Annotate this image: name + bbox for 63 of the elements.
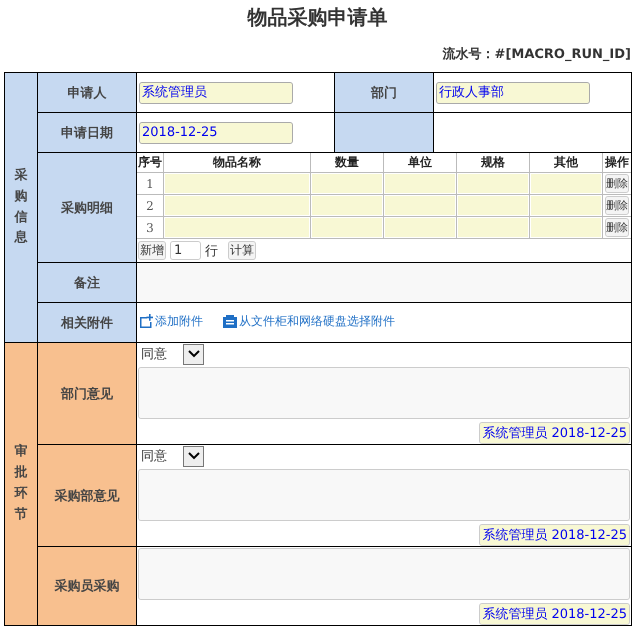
row-number: 2 xyxy=(137,194,164,216)
input-field[interactable]: 系统管理员 xyxy=(139,82,293,104)
unit-label: 行 xyxy=(205,242,218,260)
comment-field[interactable] xyxy=(138,367,630,419)
delete-button[interactable]: 删除 xyxy=(605,218,629,237)
decision-dropdown[interactable]: 同意 xyxy=(138,344,204,364)
table-input-field[interactable] xyxy=(385,218,455,237)
cabinet-icon xyxy=(223,314,237,328)
add-button[interactable]: 新增 xyxy=(138,241,166,260)
table-input-field[interactable] xyxy=(458,218,528,237)
table-input-field[interactable] xyxy=(531,218,601,237)
remarks-field[interactable] xyxy=(136,262,632,302)
field-label: 申请日期 xyxy=(38,112,136,152)
field-label: 申请人 xyxy=(38,72,136,112)
column-header: 单位 xyxy=(384,153,456,172)
delete-button[interactable]: 删除 xyxy=(605,196,629,215)
attachment-link[interactable]: 添加附件 xyxy=(155,312,203,330)
row-number: 1 xyxy=(137,172,164,194)
field-label: 相关附件 xyxy=(38,302,136,342)
row-number: 3 xyxy=(137,216,164,238)
delete-button[interactable]: 删除 xyxy=(605,174,629,193)
table-input-field[interactable] xyxy=(531,196,601,215)
column-header: 操作 xyxy=(602,153,631,172)
field-label: 采购部意见 xyxy=(38,444,136,546)
table-input-field[interactable] xyxy=(165,196,309,215)
section-title: 审批环节 xyxy=(14,442,28,524)
decision-dropdown[interactable]: 同意 xyxy=(138,446,204,466)
table-input-field[interactable] xyxy=(458,174,528,193)
input-field[interactable]: 行政人事部 xyxy=(436,82,590,104)
table-input-field[interactable] xyxy=(165,174,309,193)
comment-field[interactable] xyxy=(138,548,630,600)
field-label: 部门 xyxy=(334,72,434,112)
signature-field: 系统管理员 2018-12-25 xyxy=(479,524,630,546)
add-file-icon xyxy=(139,314,153,328)
column-header: 物品名称 xyxy=(164,153,310,172)
field-label: 采购员采购 xyxy=(38,546,136,626)
table-input-field[interactable] xyxy=(458,196,528,215)
table-input-field[interactable] xyxy=(312,218,382,237)
column-header: 规格 xyxy=(456,153,530,172)
calculate-button[interactable]: 计算 xyxy=(228,241,256,260)
table-input-field[interactable] xyxy=(312,196,382,215)
column-header: 数量 xyxy=(310,153,384,172)
field-label: 备注 xyxy=(38,262,136,302)
attachment-link[interactable]: 从文件柜和网络硬盘选择附件 xyxy=(239,312,395,330)
input-field[interactable]: 2018-12-25 xyxy=(139,122,293,144)
signature-field: 系统管理员 2018-12-25 xyxy=(479,603,630,625)
section-title: 采购信息 xyxy=(14,166,28,248)
field-label: 部门意见 xyxy=(38,342,136,444)
table-input-field[interactable] xyxy=(312,174,382,193)
form-title: 物品采购申请单 xyxy=(246,4,388,31)
chevron-icon xyxy=(188,350,200,358)
chevron-icon xyxy=(188,452,200,460)
column-header: 其他 xyxy=(530,153,602,172)
row-count-field[interactable]: 1 xyxy=(170,241,201,260)
signature-field: 系统管理员 2018-12-25 xyxy=(479,422,630,444)
comment-field[interactable] xyxy=(138,469,630,521)
table-input-field[interactable] xyxy=(385,174,455,193)
field-label: 采购明细 xyxy=(38,152,136,262)
table-input-field[interactable] xyxy=(385,196,455,215)
serial-number: 流水号：#[MACRO_RUN_ID] xyxy=(442,46,631,63)
column-header: 序号 xyxy=(137,153,164,172)
table-input-field[interactable] xyxy=(531,174,601,193)
table-input-field[interactable] xyxy=(165,218,309,237)
